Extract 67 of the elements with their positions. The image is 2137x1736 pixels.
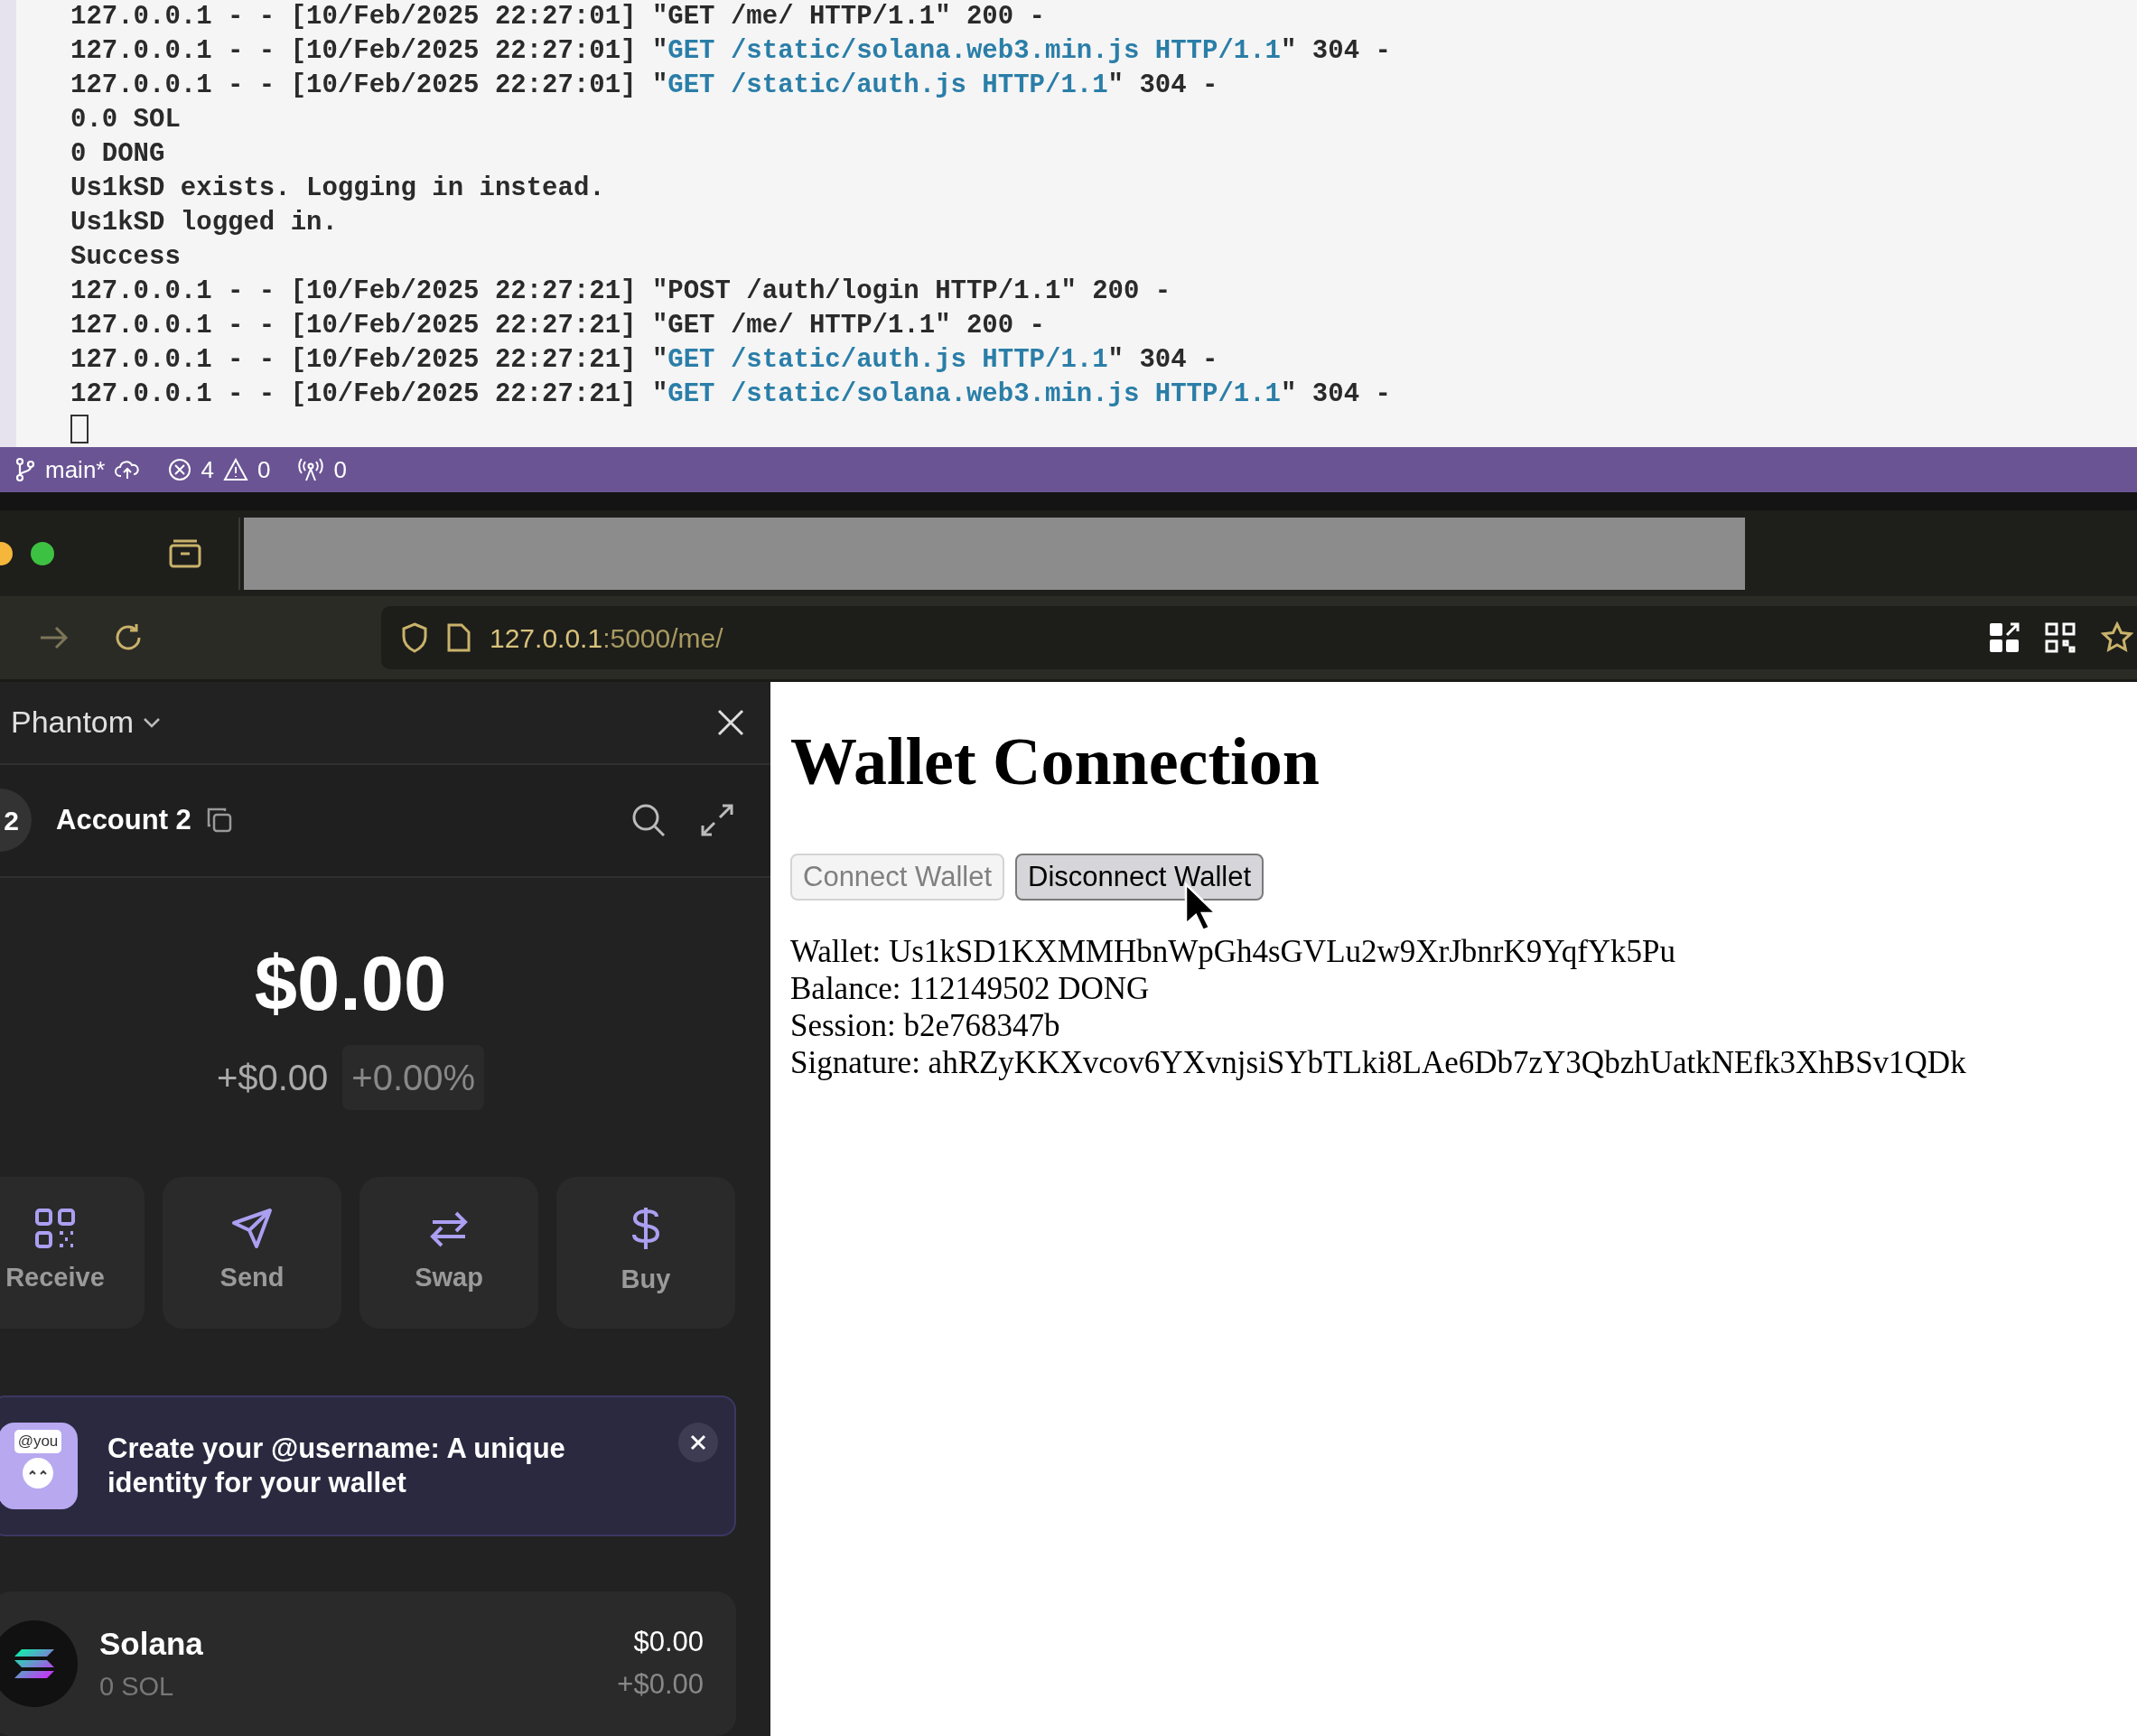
log-line: 127.0.0.1 - - [10/Feb/2025 22:27:21] "GET /me/ HTTP/1.1" 200 - (70, 310, 1046, 342)
page-heading: Wallet Connection (790, 725, 1320, 798)
token-logo-icon (0, 1620, 78, 1707)
branch-name[interactable]: main* (45, 452, 106, 488)
wallet-action-button[interactable]: Send (163, 1177, 341, 1330)
log-line: Us1kSD logged in. (70, 207, 339, 239)
info-line: Session: b2e768347b (790, 1007, 1060, 1044)
git-branch-icon (14, 457, 36, 482)
close-banner-button[interactable] (678, 1423, 718, 1463)
chevron-down-icon (143, 716, 162, 728)
address-bar[interactable]: 127.0.0.1:5000/me/ (381, 606, 2137, 669)
copy-icon[interactable] (205, 807, 233, 835)
terminal-cursor (70, 415, 89, 443)
username-banner[interactable]: @you Create your @username: A unique identity for your wallet (0, 1395, 736, 1536)
log-line: 127.0.0.1 - - [10/Feb/2025 22:27:21] "GET /static/solana.web3.min.js HTTP/1.1" 304 - (70, 378, 1391, 411)
info-line: Balance: 112149502 DONG (790, 970, 1150, 1007)
port-count[interactable]: 0 (333, 452, 347, 488)
error-icon[interactable] (168, 458, 192, 481)
qr-code-icon (34, 1208, 76, 1250)
page-icon (446, 622, 471, 653)
info-line: Signature: ahRZyKKXvcov6YXvnjsiSYbTLki8LAe6Db7zY3QbzhUatkNEfk3XhBSv1QDk (790, 1044, 1966, 1081)
qr-code-icon[interactable] (2045, 622, 2076, 653)
log-line: 0.0 SOL (70, 104, 182, 136)
search-icon[interactable] (631, 803, 666, 838)
percent-change-badge: +0.00% (342, 1045, 485, 1111)
warning-icon[interactable] (222, 458, 248, 481)
log-line: 127.0.0.1 - - [10/Feb/2025 22:27:21] "GET /static/auth.js HTTP/1.1" 304 - (70, 344, 1219, 377)
banner-text: Create your @username: A unique identity for your wallet (107, 1432, 566, 1501)
dollar-sign-icon (630, 1206, 661, 1252)
log-line: 127.0.0.1 - - [10/Feb/2025 22:27:01] "GET /me/ HTTP/1.1" 200 - (70, 1, 1046, 33)
error-count[interactable]: 4 (201, 452, 214, 488)
paper-plane-icon (231, 1208, 273, 1250)
warning-count[interactable]: 0 (257, 452, 271, 488)
username-badge-icon: @you (0, 1423, 78, 1510)
wallet-action-button[interactable]: Buy (556, 1177, 735, 1330)
wallet-action-button[interactable]: Receive (0, 1177, 145, 1330)
star-icon[interactable] (2101, 621, 2133, 654)
cloud-upload-icon[interactable] (114, 459, 142, 481)
sidebar-icon[interactable] (168, 537, 202, 569)
log-line: Success (70, 241, 182, 274)
balance-amount: $0.00 (254, 943, 447, 1025)
wallet-action-button[interactable]: Swap (359, 1177, 538, 1330)
close-icon (690, 1434, 706, 1451)
wallet-button[interactable]: Disconnect Wallet (1015, 854, 1264, 901)
close-icon[interactable] (716, 707, 745, 737)
balance-change: +$0.00 (216, 1057, 329, 1100)
forward-arrow-icon[interactable] (38, 624, 70, 651)
account-avatar[interactable]: 2 (0, 789, 32, 853)
token-amount: 0 SOL (99, 1671, 175, 1703)
token-name: Solana (99, 1625, 203, 1663)
wallet-selector[interactable]: Phantom (11, 699, 162, 746)
shield-icon (401, 622, 428, 653)
log-line: 127.0.0.1 - - [10/Feb/2025 22:27:01] "GET /static/auth.js HTTP/1.1" 304 - (70, 70, 1219, 102)
broadcast-icon[interactable] (297, 458, 325, 481)
log-line: Us1kSD exists. Logging in instead. (70, 173, 606, 205)
info-line: Wallet: Us1kSD1KXMMHbnWpGh4sGVLu2w9XrJbnrK9YqfYk5Pu (790, 933, 1676, 970)
log-line: 127.0.0.1 - - [10/Feb/2025 22:27:01] "GET /static/solana.web3.min.js HTTP/1.1" 304 - (70, 35, 1391, 68)
token-change: +$0.00 (617, 1667, 704, 1702)
log-line: 0 DONG (70, 138, 166, 171)
account-name[interactable]: Account 2 (56, 799, 191, 842)
token-row[interactable]: Solana 0 SOL $0.00 +$0.00 (0, 1591, 736, 1736)
log-line: 127.0.0.1 - - [10/Feb/2025 22:27:21] "POST /auth/login HTTP/1.1" 200 - (70, 275, 1172, 308)
expand-icon[interactable] (700, 803, 734, 838)
url-text: 127.0.0.1:5000/me/ (490, 621, 723, 655)
extension-grid-icon[interactable] (1989, 622, 2020, 653)
maximize-window-button[interactable] (31, 541, 54, 565)
token-value: $0.00 (633, 1625, 704, 1660)
